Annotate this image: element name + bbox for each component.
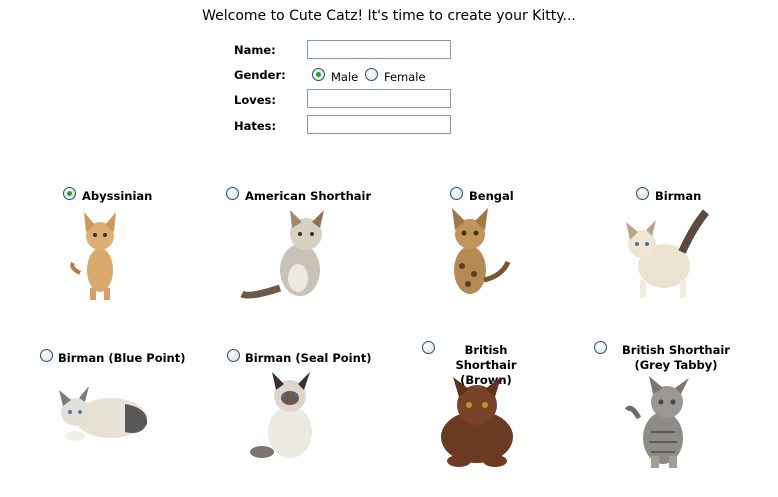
birman-seal-point-cat-image[interactable] (250, 370, 328, 466)
breed-birman-radio[interactable] (636, 187, 649, 200)
loves-input[interactable] (307, 89, 451, 108)
abyssinian-cat-image[interactable] (70, 208, 130, 304)
breed-birman-seal-point-radio[interactable] (227, 349, 240, 362)
breed-american-shorthair-radio[interactable] (226, 187, 239, 200)
breed-british-shorthair-grey-tabby-radio[interactable] (594, 341, 607, 354)
breed-birman-label: Birman (655, 189, 702, 203)
breed-birman-seal-point-label: Birman (Seal Point) (245, 351, 372, 365)
name-input[interactable] (307, 40, 451, 59)
breed-birman-blue-point-radio[interactable] (40, 349, 53, 362)
breed-abyssinian-label: Abyssinian (82, 189, 153, 203)
gender-male-radio[interactable] (312, 68, 325, 81)
british-shorthair-brown-cat-image[interactable] (435, 375, 519, 469)
breed-american-shorthair-label: American Shorthair (245, 189, 372, 203)
loves-label: Loves: (234, 93, 276, 107)
breed-bengal-label: Bengal (469, 189, 514, 203)
birman-blue-point-cat-image[interactable] (55, 384, 151, 448)
birman-cat-image[interactable] (622, 206, 710, 302)
american-shorthair-cat-image[interactable] (240, 208, 332, 304)
breed-british-shorthair-brown-radio[interactable] (422, 341, 435, 354)
breed-bengal-radio[interactable] (450, 187, 463, 200)
breed-british-shorthair-grey-tabby-label: British Shorthair (Grey Tabby) (622, 343, 730, 372)
gender-female-radio[interactable] (365, 68, 378, 81)
hates-label: Hates: (234, 119, 277, 133)
name-label: Name: (234, 43, 276, 57)
page-title: Welcome to Cute Catz! It's time to creat… (202, 8, 576, 24)
british-shorthair-grey-tabby-cat-image[interactable] (625, 374, 705, 470)
gender-label: Gender: (234, 68, 286, 82)
breed-birman-blue-point-label: Birman (Blue Point) (58, 351, 186, 365)
bengal-cat-image[interactable] (440, 206, 512, 304)
hates-input[interactable] (307, 115, 451, 134)
breed-abyssinian-radio[interactable] (63, 187, 76, 200)
gender-female-label: Female (384, 70, 426, 84)
gender-male-label: Male (331, 70, 359, 84)
